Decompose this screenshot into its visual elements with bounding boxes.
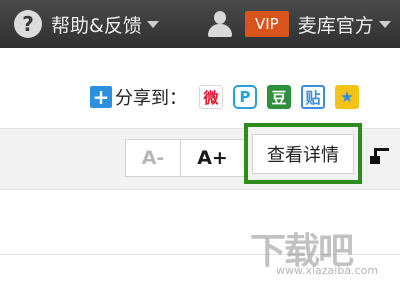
chevron-down-icon	[378, 20, 391, 28]
help-feedback-label: 帮助&反馈	[51, 14, 142, 37]
share-weibo-button[interactable]: 微	[199, 85, 223, 109]
share-qzone-button[interactable]: ★	[335, 85, 359, 109]
help-feedback-menu[interactable]: ? 帮助&反馈	[14, 9, 159, 39]
popout-icon[interactable]	[370, 146, 392, 168]
share-douban-button[interactable]: 豆	[267, 85, 291, 109]
font-larger-button[interactable]: A+	[181, 140, 244, 176]
share-label: 分享到：	[115, 88, 187, 109]
watermark-logo: 下载吧 www.xiazaiba.com	[250, 222, 398, 280]
share-row: + 分享到： 微 P 豆 贴 ★	[90, 82, 359, 112]
user-icon	[208, 11, 232, 37]
share-tieba-button[interactable]: 贴	[301, 85, 325, 109]
share-qq-button[interactable]: P	[233, 85, 257, 109]
chevron-down-icon	[146, 20, 159, 28]
question-circle-icon: ?	[14, 10, 42, 38]
watermark-url: www.xiazaiba.com	[276, 264, 379, 277]
font-smaller-button[interactable]: A-	[126, 140, 181, 176]
font-size-controls: A- A+	[125, 139, 245, 177]
vip-badge[interactable]: VIP	[245, 11, 289, 37]
view-details-highlight: 查看详情	[244, 123, 362, 184]
account-name[interactable]: 麦库官方	[298, 11, 374, 38]
share-plus-icon[interactable]: +	[90, 86, 112, 108]
top-bar: ? 帮助&反馈 VIP 麦库官方	[0, 0, 400, 48]
user-menu[interactable]: VIP 麦库官方	[208, 8, 391, 40]
view-details-button[interactable]: 查看详情	[252, 133, 354, 174]
